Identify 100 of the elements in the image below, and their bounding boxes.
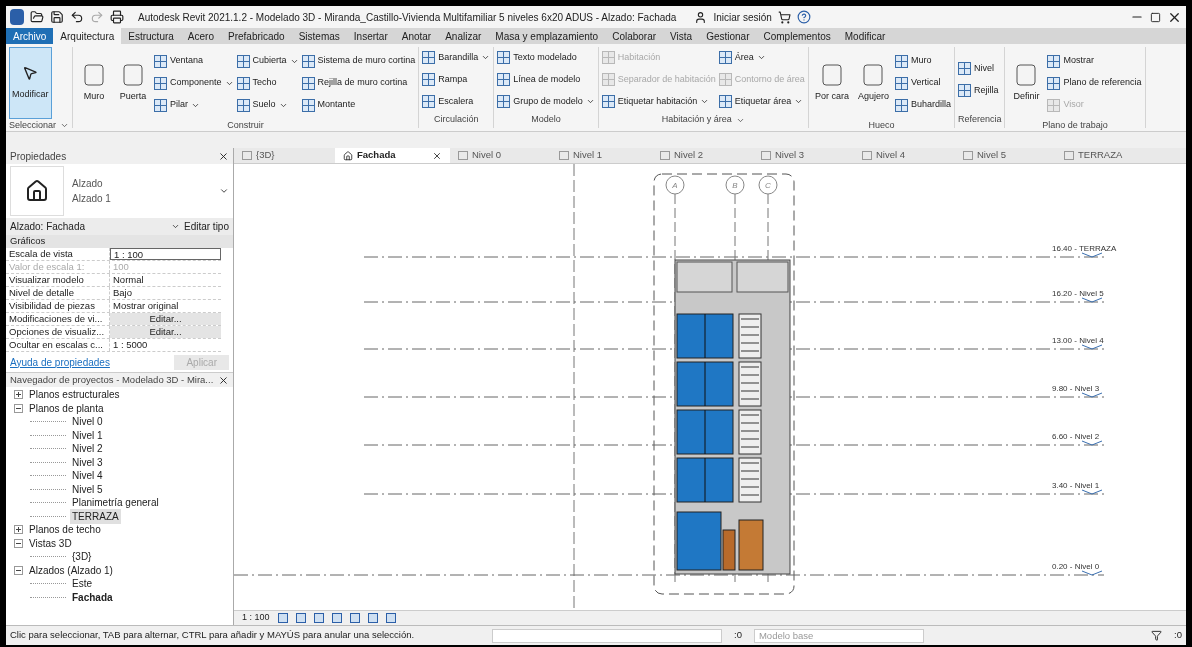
restore-icon[interactable]: [1150, 11, 1161, 23]
ribbon-tool[interactable]: Montante: [301, 96, 416, 114]
collapse-icon[interactable]: [14, 403, 23, 413]
tree-item[interactable]: Este: [70, 576, 94, 592]
ribbon-tool[interactable]: Etiquetar área: [718, 92, 805, 111]
ribbon-tool[interactable]: Texto modelado: [497, 48, 595, 67]
ribbon-tool[interactable]: Rampa: [422, 70, 491, 89]
print-icon[interactable]: [110, 10, 124, 24]
ribbon-tool[interactable]: Muro: [894, 52, 951, 70]
expand-icon[interactable]: [14, 525, 23, 535]
ribbon-tab[interactable]: Vista: [663, 28, 700, 44]
view-control-icon[interactable]: [349, 613, 360, 623]
ribbon-large-button[interactable]: Puerta: [115, 47, 152, 119]
tree-item[interactable]: Nivel 3: [70, 454, 105, 470]
tree-item[interactable]: Nivel 1: [70, 427, 105, 443]
cart-icon[interactable]: [777, 10, 791, 24]
panel-title[interactable]: Circulación: [422, 112, 491, 128]
ribbon-tab[interactable]: Masa y emplazamiento: [488, 28, 606, 44]
tree-item[interactable]: Planos de techo: [27, 522, 103, 538]
ribbon-tool[interactable]: Ventana: [154, 52, 234, 70]
ribbon-tool[interactable]: Cubierta: [236, 52, 299, 70]
collapse-icon[interactable]: [14, 538, 23, 548]
view-tab[interactable]: Nivel 2: [652, 148, 753, 163]
view-tab[interactable]: TERRAZA: [1056, 148, 1157, 163]
ribbon-large-button[interactable]: Por cara: [811, 47, 852, 119]
view-tab[interactable]: Nivel 1: [551, 148, 652, 163]
ribbon-tool[interactable]: Nivel: [957, 59, 999, 78]
view-tab[interactable]: Nivel 3: [753, 148, 854, 163]
ribbon-tab[interactable]: Complementos: [756, 28, 838, 44]
edit-button[interactable]: Editar...: [110, 313, 221, 325]
ribbon-tab[interactable]: Modificar: [837, 28, 893, 44]
ribbon-tool[interactable]: Vertical: [894, 74, 951, 92]
panel-title[interactable]: Modelo: [497, 112, 595, 128]
ribbon-tool[interactable]: Suelo: [236, 96, 299, 114]
tree-item[interactable]: {3D}: [70, 549, 94, 565]
ribbon-tool[interactable]: Rejilla: [957, 81, 999, 100]
view-control-icon[interactable]: [277, 613, 288, 623]
ribbon-tool[interactable]: Línea de modelo: [497, 70, 595, 89]
ribbon-tab[interactable]: Sistemas: [291, 28, 347, 44]
save-icon[interactable]: [50, 10, 64, 24]
view-tab[interactable]: Fachada: [335, 148, 450, 163]
ribbon-tool[interactable]: Área: [718, 48, 805, 67]
view-control-icon[interactable]: [331, 613, 342, 623]
panel-title[interactable]: Seleccionar: [9, 119, 70, 133]
help-icon[interactable]: [796, 10, 811, 24]
tree-item[interactable]: Nivel 0: [70, 414, 105, 430]
ribbon-tab[interactable]: Arquitectura: [53, 28, 122, 44]
panel-title[interactable]: Habitación y área: [601, 112, 805, 128]
ribbon-tool[interactable]: Plano de referencia: [1047, 74, 1142, 92]
ribbon-tool[interactable]: Barandilla: [422, 48, 491, 67]
ribbon-large-button[interactable]: Agujero: [854, 47, 892, 119]
view-tab[interactable]: Nivel 5: [955, 148, 1056, 163]
expand-icon[interactable]: [14, 390, 23, 400]
view-tab[interactable]: {3D}: [234, 148, 335, 163]
view-control-icon[interactable]: [385, 613, 396, 623]
panel-title[interactable]: Referencia: [957, 112, 1002, 128]
tree-item[interactable]: Alzados (Alzado 1): [27, 562, 115, 578]
view-control-icon[interactable]: [295, 613, 306, 623]
sign-in-button[interactable]: Iniciar sesión: [713, 9, 772, 25]
caret-icon[interactable]: [219, 186, 229, 196]
tree-item[interactable]: Planos estructurales: [27, 387, 122, 403]
view-control-icon[interactable]: [313, 613, 324, 623]
ribbon-tool[interactable]: Pilar: [154, 96, 234, 114]
view-tab[interactable]: Nivel 4: [854, 148, 955, 163]
edit-button[interactable]: Editar...: [110, 326, 221, 338]
collapse-icon[interactable]: [14, 565, 23, 575]
workset-field[interactable]: [492, 628, 722, 643]
help-link[interactable]: Ayuda de propiedades: [10, 354, 110, 370]
ribbon-tool[interactable]: Buhardilla: [894, 96, 951, 114]
ribbon-tool[interactable]: Escalera: [422, 92, 491, 111]
view-tab[interactable]: Nivel 0: [450, 148, 551, 163]
tree-item[interactable]: Vistas 3D: [27, 535, 74, 551]
ribbon-tool[interactable]: Grupo de modelo: [497, 92, 595, 111]
panel-title[interactable]: Hueco: [811, 119, 951, 133]
tree-item[interactable]: Fachada: [70, 589, 115, 605]
ribbon-tab[interactable]: Acero: [180, 28, 221, 44]
ribbon-tab[interactable]: Insertar: [346, 28, 395, 44]
ribbon-tool[interactable]: Techo: [236, 74, 299, 92]
ribbon-tool[interactable]: Sistema de muro cortina: [301, 52, 416, 70]
close-icon[interactable]: [218, 150, 229, 162]
property-value[interactable]: 1 : 100: [110, 248, 221, 260]
open-icon[interactable]: [30, 10, 44, 24]
ribbon-tool[interactable]: Rejilla de muro cortina: [301, 74, 416, 92]
ribbon-tool[interactable]: Etiquetar habitación: [601, 92, 716, 111]
edit-type-button[interactable]: Editar tipo: [183, 219, 229, 234]
view-control-icon[interactable]: [367, 613, 378, 623]
ribbon-tab[interactable]: Prefabricado: [221, 28, 292, 44]
ribbon-tool[interactable]: Mostrar: [1047, 52, 1142, 70]
ribbon-tab[interactable]: Analizar: [438, 28, 489, 44]
scale-label[interactable]: 1 : 100: [242, 611, 270, 625]
ribbon-large-button[interactable]: Muro: [76, 47, 113, 119]
ribbon-tab[interactable]: Gestionar: [699, 28, 757, 44]
close-icon[interactable]: [218, 374, 229, 386]
tree-item[interactable]: TERRAZA: [70, 508, 121, 524]
ribbon-large-button[interactable]: Definir: [1008, 47, 1045, 119]
ribbon-tool[interactable]: Componente: [154, 74, 234, 92]
ribbon-tab[interactable]: Estructura: [121, 28, 181, 44]
ribbon-tab[interactable]: Anotar: [394, 28, 439, 44]
file-tab[interactable]: Archivo: [6, 28, 54, 44]
ribbon-tab[interactable]: Colaborar: [605, 28, 664, 44]
